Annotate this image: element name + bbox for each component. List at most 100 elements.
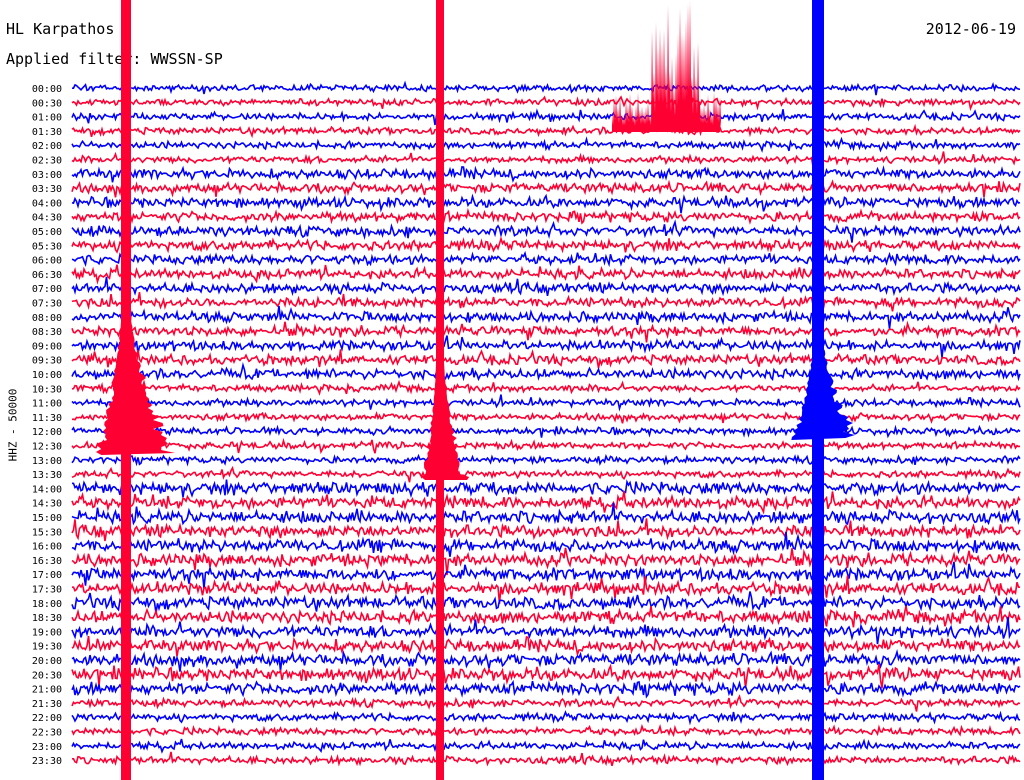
- trace-row: [71, 379, 1021, 396]
- trace-line: [71, 379, 1021, 396]
- time-tick-label: 00:30: [32, 98, 62, 109]
- time-tick-label: 17:00: [32, 570, 62, 581]
- trace-row: [71, 335, 1021, 358]
- trace-row: [71, 193, 1021, 214]
- trace-row: [71, 349, 1021, 369]
- time-tick-label: 10:30: [32, 384, 62, 395]
- trace-row: [71, 479, 1021, 499]
- time-tick-label: 14:00: [32, 484, 62, 495]
- trace-row: [71, 250, 1021, 268]
- time-tick-label: 15:00: [32, 513, 62, 524]
- trace-row: [71, 710, 1021, 726]
- trace-line: [72, 751, 1021, 767]
- trace-line: [71, 394, 1021, 412]
- trace-line: [71, 349, 1021, 369]
- trace-row: [71, 264, 1021, 285]
- time-tick-label: 23:00: [32, 742, 62, 753]
- trace-row: [71, 605, 1021, 628]
- trace-row: [71, 219, 1021, 243]
- time-tick-label: 17:30: [32, 585, 62, 596]
- time-tick-label: 12:00: [32, 427, 62, 438]
- trace-line: [71, 479, 1021, 499]
- trace-row: [71, 453, 1021, 467]
- trace-line: [71, 453, 1021, 467]
- trace-line: [71, 679, 1021, 699]
- time-tick-label: 00:00: [32, 84, 62, 95]
- trace-row: [72, 80, 1021, 96]
- time-tick-label: 05:00: [32, 227, 62, 238]
- time-tick-label: 05:30: [32, 241, 62, 252]
- trace-line: [71, 437, 1021, 455]
- trace-line: [72, 80, 1021, 96]
- trace-row: [71, 136, 1021, 153]
- trace-row: [71, 235, 1021, 254]
- trace-row: [71, 723, 1021, 738]
- trace-row: [71, 207, 1021, 225]
- trace-line: [71, 605, 1021, 628]
- trace-row: [71, 591, 1021, 614]
- time-tick-label: 14:30: [32, 499, 62, 510]
- trace-row: [71, 694, 1021, 712]
- trace-line: [71, 424, 1021, 439]
- trace-row: [71, 276, 1021, 297]
- seismogram-plot: 00:00 00:30 01:00 01:30 02:00 02:30 03:00 03:30…: [32, 0, 1021, 780]
- time-tick-label: 13:30: [32, 470, 62, 481]
- time-tick-label: 01:30: [32, 127, 62, 138]
- time-tick-label: 09:30: [32, 356, 62, 367]
- trace-line: [71, 95, 1021, 112]
- trace-row: [71, 292, 1021, 312]
- trace-line: [71, 465, 1021, 483]
- time-tick-label: 20:00: [32, 656, 62, 667]
- time-tick-label: 02:00: [32, 141, 62, 152]
- trace-row: [71, 361, 1021, 382]
- time-tick-label: 10:00: [32, 370, 62, 381]
- trace-row: [71, 437, 1021, 455]
- time-tick-label: 23:30: [32, 756, 62, 767]
- trace-line: [71, 207, 1021, 225]
- trace-row: [71, 410, 1021, 424]
- time-tick-label: 19:30: [32, 642, 62, 653]
- trace-line: [71, 264, 1021, 285]
- trace-line: [71, 591, 1021, 614]
- trace-line: [71, 723, 1021, 738]
- trace-line: [71, 335, 1021, 358]
- trace-line: [71, 193, 1021, 214]
- trace-line: [71, 165, 1021, 183]
- trace-row: [72, 575, 1021, 604]
- time-tick-label: 16:30: [32, 556, 62, 567]
- trace-row: [71, 108, 1021, 126]
- trace-line: [71, 410, 1021, 424]
- time-tick-label: 06:00: [32, 256, 62, 267]
- time-tick-label: 02:30: [32, 156, 62, 167]
- time-tick-label: 04:00: [32, 198, 62, 209]
- trace-row: [71, 122, 1021, 139]
- time-tick-label: 07:00: [32, 284, 62, 295]
- trace-line: [71, 738, 1021, 754]
- trace-row: [71, 320, 1021, 343]
- trace-row: [72, 751, 1021, 767]
- trace-row: [71, 663, 1021, 689]
- trace-line: [71, 694, 1021, 712]
- trace-row: [71, 465, 1021, 483]
- time-tick-label: 08:30: [32, 327, 62, 338]
- time-tick-label: 01:00: [32, 113, 62, 124]
- time-tick-label: 16:00: [32, 542, 62, 553]
- time-tick-label: 03:30: [32, 184, 62, 195]
- trace-row: [71, 738, 1021, 754]
- time-tick-label: 04:30: [32, 213, 62, 224]
- trace-row: [71, 95, 1021, 112]
- time-tick-label: 03:00: [32, 170, 62, 181]
- time-tick-label: 11:30: [32, 413, 62, 424]
- trace-line: [71, 151, 1021, 167]
- trace-line: [71, 361, 1021, 382]
- time-tick-label: 15:30: [32, 527, 62, 538]
- trace-line: [71, 219, 1021, 243]
- time-tick-label: 11:00: [32, 399, 62, 410]
- trace-line: [71, 320, 1021, 343]
- time-tick-label: 06:30: [32, 270, 62, 281]
- trace-row: [71, 424, 1021, 439]
- trace-line: [71, 108, 1021, 126]
- time-tick-label: 13:00: [32, 456, 62, 467]
- trace-line: [71, 235, 1021, 254]
- time-tick-label: 08:00: [32, 313, 62, 324]
